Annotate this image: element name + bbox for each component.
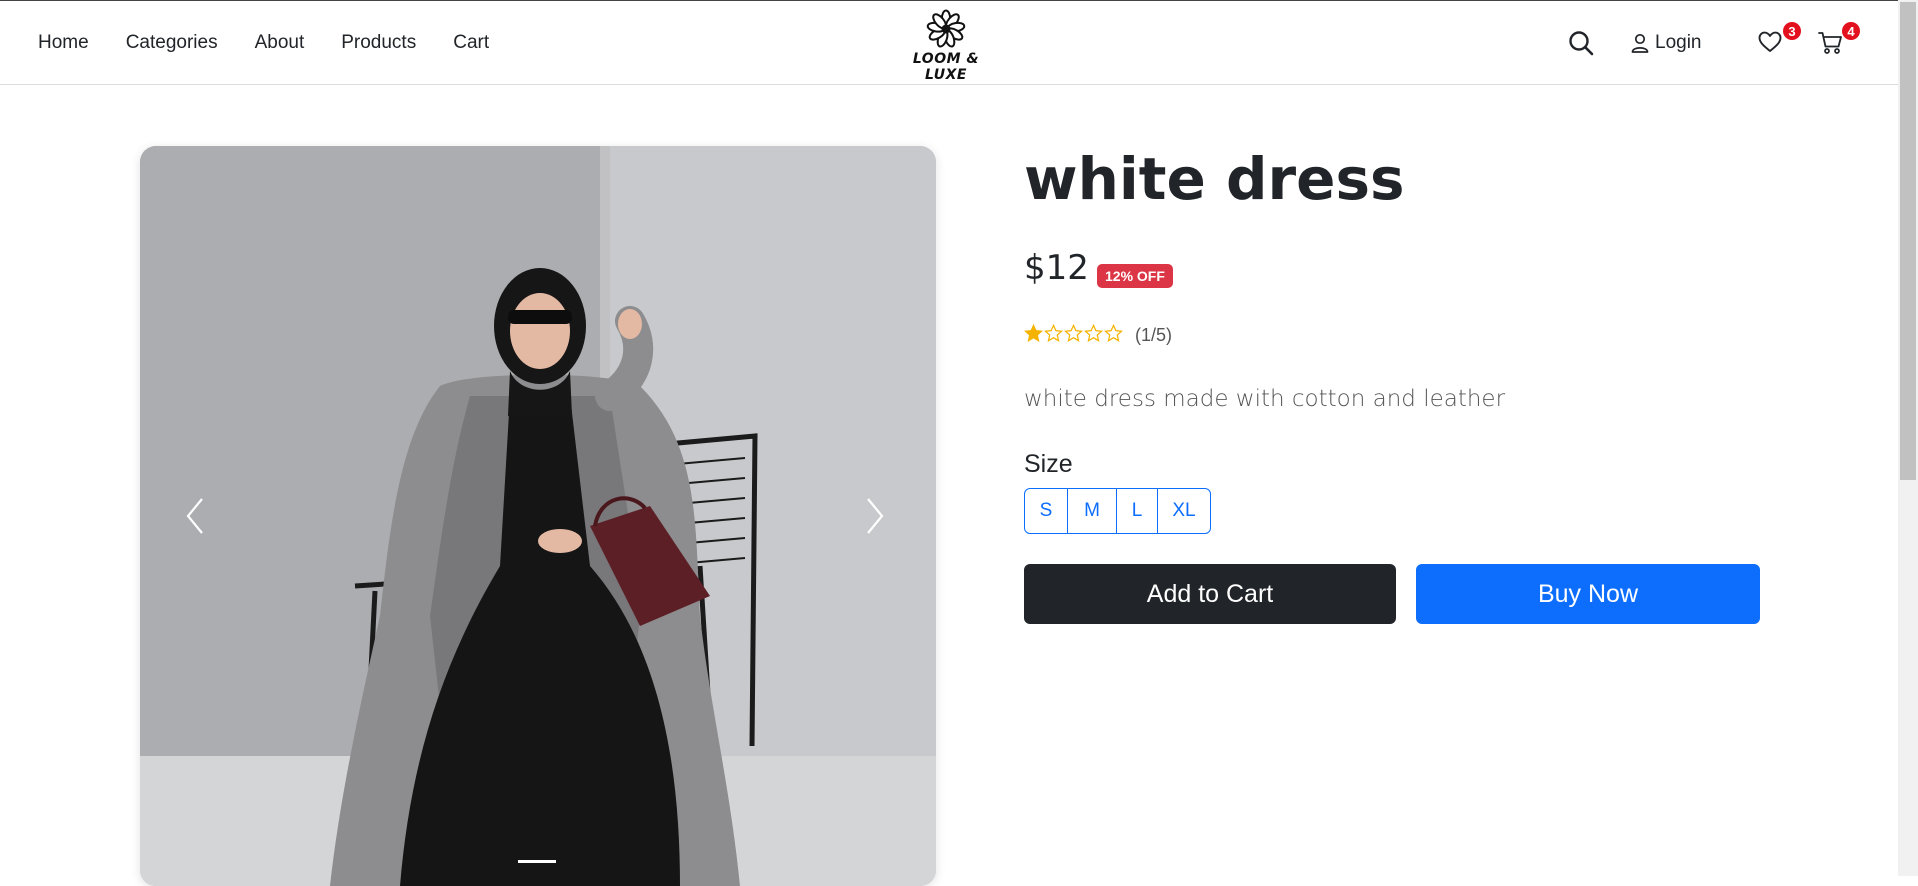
cart-count-badge: 4 xyxy=(1842,22,1860,40)
navbar: Home Categories About Products Cart LOOM… xyxy=(0,0,1898,85)
size-option-l[interactable]: L xyxy=(1117,489,1158,533)
nav-link-about[interactable]: About xyxy=(255,32,305,54)
size-option-xl[interactable]: XL xyxy=(1158,489,1210,533)
chevron-right-icon xyxy=(867,498,884,534)
rating-text: (1/5) xyxy=(1135,325,1173,345)
chevron-left-icon xyxy=(186,498,203,534)
search-icon xyxy=(1569,31,1594,56)
brand-name: LOOM & LUXE xyxy=(912,51,980,83)
nav-link-home[interactable]: Home xyxy=(38,32,89,54)
star-empty-icon xyxy=(1064,324,1083,342)
discount-badge: 12% OFF xyxy=(1097,264,1173,288)
product-title: white dress xyxy=(1024,145,1405,213)
login-label: Login xyxy=(1655,32,1702,53)
wishlist-button[interactable]: 3 xyxy=(1758,22,1801,61)
carousel-indicator-active[interactable] xyxy=(518,860,556,863)
flower-logo-icon xyxy=(926,9,966,48)
cart-button[interactable]: 4 xyxy=(1818,22,1860,61)
page-scrollbar[interactable] xyxy=(1898,0,1918,876)
login-button[interactable]: Login xyxy=(1631,32,1702,54)
wishlist-count-badge: 3 xyxy=(1783,22,1801,40)
brand-logo[interactable]: LOOM & LUXE xyxy=(890,9,1002,83)
product-price: $12 xyxy=(1024,248,1089,288)
nav-link-categories[interactable]: Categories xyxy=(126,32,218,54)
scrollbar-thumb[interactable] xyxy=(1900,2,1916,480)
star-empty-icon xyxy=(1044,324,1063,342)
buy-now-button[interactable]: Buy Now xyxy=(1416,564,1760,624)
nav-links: Home Categories About Products Cart xyxy=(38,1,526,85)
size-option-m[interactable]: M xyxy=(1068,489,1117,533)
product-image-carousel[interactable] xyxy=(140,146,936,886)
nav-link-products[interactable]: Products xyxy=(341,32,416,54)
product-photo xyxy=(140,146,936,886)
size-selector: S M L XL xyxy=(1024,488,1211,534)
carousel-next-button[interactable] xyxy=(864,496,886,541)
size-option-s[interactable]: S xyxy=(1025,489,1068,533)
carousel-prev-button[interactable] xyxy=(184,496,206,541)
rating-stars xyxy=(1024,324,1123,343)
product-description: white dress made with cotton and leather xyxy=(1024,386,1506,412)
search-button[interactable] xyxy=(1568,30,1594,61)
user-icon xyxy=(1631,33,1649,53)
star-filled-icon xyxy=(1024,324,1043,342)
cart-icon xyxy=(1818,32,1842,54)
star-empty-icon xyxy=(1104,324,1123,342)
heart-icon xyxy=(1758,31,1782,52)
nav-link-cart[interactable]: Cart xyxy=(453,32,489,54)
star-empty-icon xyxy=(1084,324,1103,342)
size-label: Size xyxy=(1024,450,1073,478)
add-to-cart-button[interactable]: Add to Cart xyxy=(1024,564,1396,624)
